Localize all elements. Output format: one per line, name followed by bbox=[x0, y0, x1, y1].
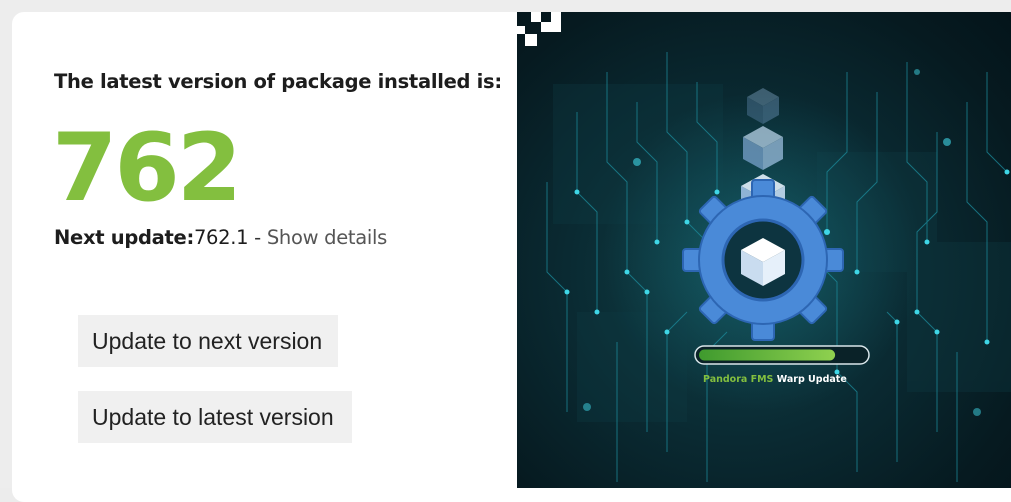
caption-brand: Pandora FMS bbox=[703, 374, 774, 385]
update-card: The latest version of package installed … bbox=[12, 12, 1011, 502]
page-background: The latest version of package installed … bbox=[0, 0, 1011, 502]
show-details-link[interactable]: Show details bbox=[267, 226, 387, 249]
warp-progress-bar bbox=[694, 345, 870, 365]
update-next-version-button[interactable]: Update to next version bbox=[78, 315, 338, 367]
corner-logo-icon bbox=[517, 12, 561, 46]
installed-version-number: 762 bbox=[52, 114, 242, 223]
next-update-value: 762.1 bbox=[193, 226, 249, 249]
warp-update-caption: Pandora FMS Warp Update bbox=[703, 374, 847, 385]
next-update-separator: - bbox=[248, 226, 267, 249]
installed-version-heading: The latest version of package installed … bbox=[54, 70, 502, 93]
next-update-line: Next update:762.1 - Show details bbox=[54, 226, 387, 249]
caption-rest: Warp Update bbox=[773, 374, 847, 385]
warp-progress-fill bbox=[699, 349, 836, 361]
version-info-panel: The latest version of package installed … bbox=[12, 12, 517, 488]
illustration-graphic bbox=[517, 12, 1011, 482]
update-latest-version-button[interactable]: Update to latest version bbox=[78, 391, 352, 443]
next-update-label: Next update: bbox=[54, 226, 194, 249]
warp-update-illustration: Pandora FMS Warp Update bbox=[517, 12, 1011, 488]
